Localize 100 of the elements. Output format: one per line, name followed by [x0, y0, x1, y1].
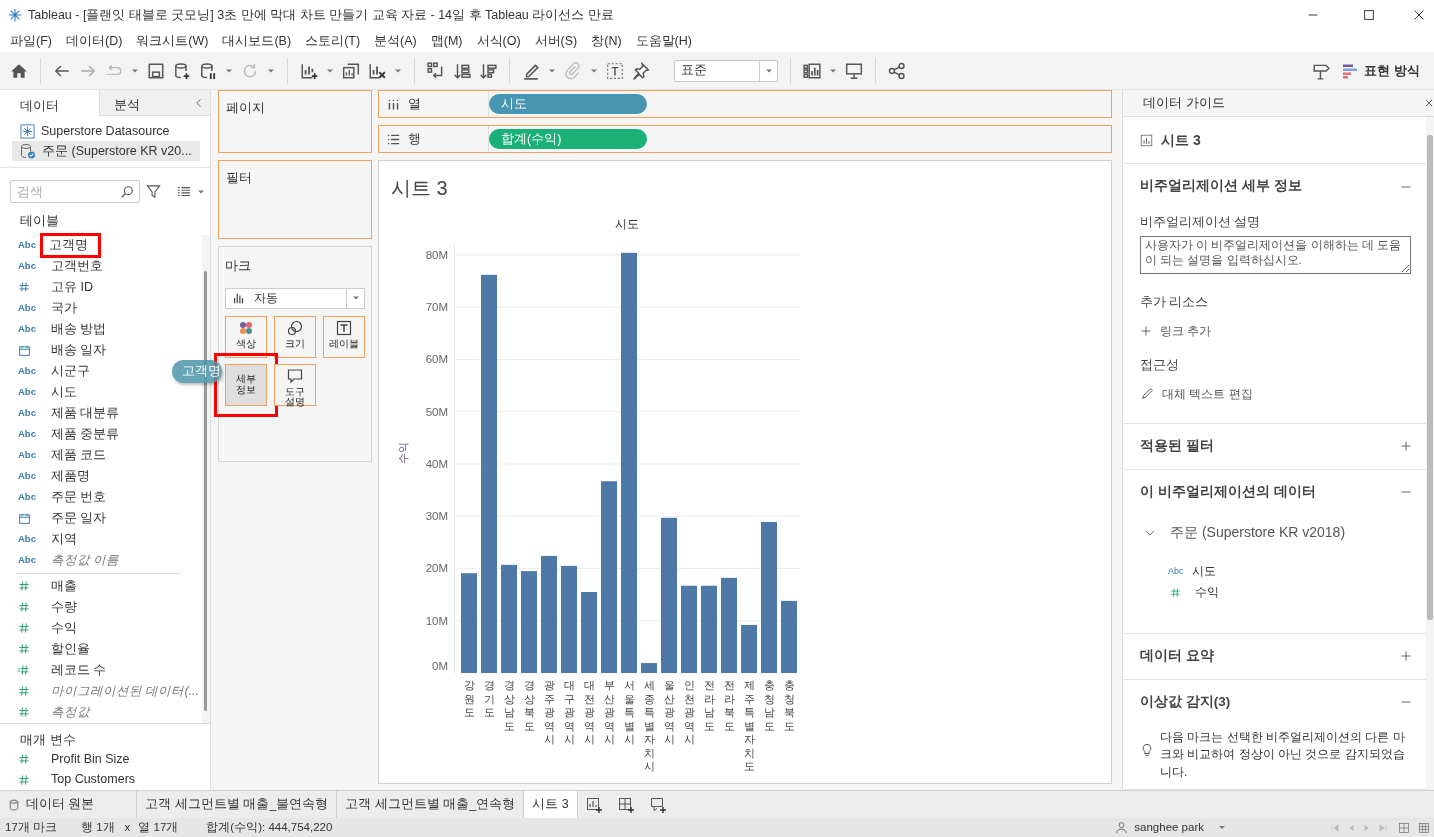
close-icon[interactable]	[1412, 8, 1426, 22]
caret-icon[interactable]	[829, 68, 837, 73]
number-type-icon	[18, 580, 30, 593]
highlighter-icon[interactable]	[522, 61, 540, 80]
field-item[interactable]: 제품 코드	[49, 445, 109, 465]
sort-ascending-icon[interactable]	[453, 61, 471, 80]
marks-card-button[interactable]: 레이블	[323, 315, 365, 358]
status-text: 열 17개	[138, 819, 179, 835]
menu-item[interactable]: 워크시트(W)	[129, 31, 216, 51]
expand-icon[interactable]	[1400, 440, 1412, 453]
caret-icon[interactable]	[197, 189, 205, 194]
field-item[interactable]: 시도	[49, 382, 79, 402]
panel-tab[interactable]: 분석	[99, 90, 187, 117]
database-pause-icon[interactable]	[199, 61, 217, 80]
columns-icon	[387, 97, 400, 111]
field-item[interactable]: 매출	[49, 576, 79, 596]
mark-type-dropdown[interactable]: 자동	[225, 287, 365, 309]
clear-chart-icon[interactable]	[368, 61, 386, 80]
search-icon[interactable]	[120, 185, 134, 200]
field-item[interactable]: 배송 방법	[49, 319, 109, 339]
tick-label: 50M	[425, 405, 448, 418]
type-label: Abc	[18, 301, 36, 316]
marks-card-button[interactable]: 도구 설명	[274, 363, 316, 406]
grid-icon[interactable]	[1398, 821, 1410, 834]
new-story-icon[interactable]	[649, 796, 666, 813]
field-item[interactable]: 고객번호	[49, 256, 105, 276]
filter-icon[interactable]	[146, 184, 161, 200]
menu-item[interactable]: 서버(S)	[527, 31, 585, 51]
show-me-icon[interactable]	[803, 61, 821, 80]
menu-item[interactable]: 데이터(D)	[58, 31, 130, 51]
field-item[interactable]: 국가	[49, 298, 79, 318]
menu-item[interactable]: 서식(O)	[469, 31, 528, 51]
field-item[interactable]: 고객명	[40, 232, 101, 258]
calendar-icon	[18, 343, 31, 357]
menu-item[interactable]: 스토리(T)	[298, 31, 368, 51]
duplicate-icon[interactable]	[342, 61, 360, 80]
caret-icon[interactable]	[225, 68, 233, 73]
caret-icon[interactable]	[131, 68, 139, 73]
scrollbar[interactable]	[1426, 117, 1434, 790]
format-button[interactable]: 표현 방식	[1338, 58, 1424, 83]
sheet-tab[interactable]: 시트 3	[524, 791, 578, 818]
marks-card-button[interactable]: 세부 정보	[225, 363, 267, 406]
description-field[interactable]: 사용자가 이 비주얼리제이션을 이해하는 데 도움이 되는 설명을 입력하십시오.	[1140, 235, 1411, 274]
field-item[interactable]: 측정값	[49, 702, 92, 722]
field-item[interactable]: 주문 번호	[49, 487, 109, 507]
field-item[interactable]: Profit Bin Size	[49, 750, 132, 769]
paperclip-icon[interactable]	[564, 61, 582, 80]
alt-text-link[interactable]: 대체 텍스트 편집	[1162, 384, 1253, 403]
menu-item[interactable]: 맵(M)	[423, 31, 470, 51]
share-icon[interactable]	[888, 61, 906, 80]
grid-icon[interactable]	[1418, 821, 1430, 834]
field-item[interactable]: 고유 ID	[49, 277, 95, 297]
menu-item[interactable]: 파일(F)	[3, 31, 59, 51]
field-item[interactable]: 지역	[49, 529, 79, 549]
menu-item[interactable]: 대시보드(B)	[215, 31, 299, 51]
data-source-item[interactable]: Superstore Datasource	[12, 121, 200, 142]
field-item[interactable]: 수익	[49, 618, 79, 638]
caret-icon[interactable]	[590, 68, 598, 73]
menu-item[interactable]: 창(N)	[584, 31, 629, 51]
new-dashboard-icon[interactable]	[617, 796, 634, 813]
pin-icon[interactable]	[632, 61, 650, 80]
field-item[interactable]: 할인율	[49, 639, 92, 659]
field-item[interactable]: 배송 일자	[49, 340, 109, 360]
menu-item[interactable]: 도움말(H)	[628, 31, 699, 51]
field-item[interactable]: 주문 일자	[49, 508, 109, 528]
category-label: 인천광역시	[683, 679, 695, 745]
search-field[interactable]: 검색	[10, 180, 140, 204]
field-item[interactable]: 측정값 이름	[49, 550, 122, 570]
sheet-title: 시트 3	[390, 176, 449, 201]
new-worksheet-icon[interactable]	[585, 796, 602, 813]
data-source-item[interactable]: 주문 (Superstore KR v20...	[12, 141, 200, 162]
field-item[interactable]: 제품 대분류	[49, 403, 122, 423]
save-icon[interactable]	[147, 61, 165, 80]
maximize-icon[interactable]	[1362, 8, 1376, 22]
new-chart-icon[interactable]	[300, 61, 318, 80]
marks-card-button[interactable]: 색상	[225, 315, 267, 358]
field-item[interactable]: 제품 중분류	[49, 424, 122, 444]
caret-icon[interactable]	[548, 68, 556, 73]
field-item[interactable]: 레코드 수	[49, 660, 109, 680]
list-view-icon[interactable]	[177, 184, 191, 199]
caret-icon[interactable]	[326, 68, 334, 73]
caret-icon[interactable]	[394, 68, 402, 73]
text-box-icon[interactable]	[606, 61, 624, 80]
bar[interactable]	[741, 624, 757, 673]
fit-dropdown[interactable]: 표준	[674, 59, 778, 82]
marks-card-button[interactable]: 크기	[274, 315, 316, 358]
field-item[interactable]: 마이그레이션된 데이터(...	[49, 681, 202, 701]
database-plus-icon[interactable]	[173, 61, 191, 80]
field-item[interactable]: Top Customers	[49, 770, 138, 790]
caret-icon[interactable]	[267, 68, 275, 73]
swap-icon[interactable]	[427, 61, 445, 80]
sort-descending-icon[interactable]	[479, 61, 497, 80]
field-item[interactable]: 수량	[49, 597, 79, 617]
user-name[interactable]: sanghee park	[1134, 818, 1204, 837]
field-item[interactable]: 제품명	[49, 466, 92, 486]
menu-item[interactable]: 분석(A)	[367, 31, 424, 51]
field-item[interactable]: 시군구	[49, 361, 92, 381]
presentation-icon[interactable]	[845, 61, 863, 80]
add-link[interactable]: 링크 추가	[1160, 322, 1212, 340]
expand-icon[interactable]	[1400, 650, 1412, 663]
